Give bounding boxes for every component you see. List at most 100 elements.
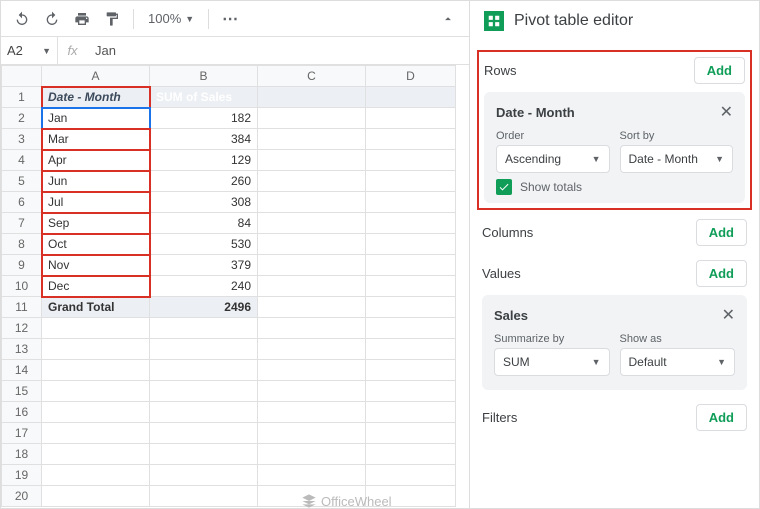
cell[interactable]: Jun (42, 171, 150, 192)
cell[interactable] (42, 381, 150, 402)
cell[interactable] (258, 87, 366, 108)
row-header[interactable]: 6 (2, 192, 42, 213)
cell[interactable] (150, 444, 258, 465)
cell[interactable]: Sep (42, 213, 150, 234)
cell[interactable]: SUM of Sales (150, 87, 258, 108)
row-header[interactable]: 18 (2, 444, 42, 465)
cell[interactable] (366, 360, 456, 381)
select-all-corner[interactable] (2, 66, 42, 87)
add-filters-button[interactable]: Add (696, 404, 747, 431)
cell[interactable] (258, 381, 366, 402)
cell[interactable] (42, 444, 150, 465)
row-header[interactable]: 15 (2, 381, 42, 402)
cell[interactable] (258, 150, 366, 171)
cell[interactable] (366, 171, 456, 192)
cell[interactable] (366, 234, 456, 255)
row-header[interactable]: 5 (2, 171, 42, 192)
cell[interactable]: Date - Month (42, 87, 150, 108)
collapse-panel-button[interactable] (435, 6, 461, 32)
order-dropdown[interactable]: Ascending ▼ (496, 145, 610, 173)
cell[interactable] (150, 423, 258, 444)
row-header[interactable]: 12 (2, 318, 42, 339)
row-header[interactable]: 9 (2, 255, 42, 276)
cell[interactable] (366, 423, 456, 444)
cell[interactable] (366, 465, 456, 486)
row-header[interactable]: 4 (2, 150, 42, 171)
cell[interactable] (258, 213, 366, 234)
cell[interactable] (366, 108, 456, 129)
zoom-dropdown[interactable]: 100% ▼ (142, 11, 200, 26)
close-icon[interactable]: ✕ (722, 305, 735, 325)
cell[interactable] (258, 402, 366, 423)
cell[interactable]: Mar (42, 129, 150, 150)
cell[interactable] (366, 381, 456, 402)
cell[interactable]: 129 (150, 150, 258, 171)
cell[interactable] (258, 339, 366, 360)
cell[interactable] (150, 360, 258, 381)
row-header[interactable]: 11 (2, 297, 42, 318)
cell[interactable]: Nov (42, 255, 150, 276)
cell[interactable]: Apr (42, 150, 150, 171)
cell[interactable]: Oct (42, 234, 150, 255)
cell[interactable] (42, 339, 150, 360)
cell[interactable]: 84 (150, 213, 258, 234)
cell[interactable] (258, 255, 366, 276)
cell[interactable] (258, 192, 366, 213)
cell[interactable] (366, 444, 456, 465)
cell[interactable]: 530 (150, 234, 258, 255)
cell[interactable]: Dec (42, 276, 150, 297)
row-header[interactable]: 3 (2, 129, 42, 150)
cell[interactable]: 260 (150, 171, 258, 192)
print-button[interactable] (69, 6, 95, 32)
cell[interactable] (150, 402, 258, 423)
name-box[interactable]: A2 ▼ (1, 43, 57, 58)
cell[interactable] (258, 297, 366, 318)
cell[interactable] (42, 402, 150, 423)
close-icon[interactable]: ✕ (720, 102, 733, 122)
col-header[interactable]: C (258, 66, 366, 87)
cell[interactable] (258, 423, 366, 444)
cell[interactable] (258, 444, 366, 465)
add-values-button[interactable]: Add (696, 260, 747, 287)
cell[interactable] (366, 255, 456, 276)
cell-selected[interactable]: Jan (42, 108, 150, 129)
row-header[interactable]: 8 (2, 234, 42, 255)
row-header[interactable]: 7 (2, 213, 42, 234)
paint-format-button[interactable] (99, 6, 125, 32)
cell[interactable] (150, 465, 258, 486)
row-header[interactable]: 19 (2, 465, 42, 486)
more-button[interactable]: ⋯ (217, 6, 243, 32)
cell[interactable] (42, 318, 150, 339)
showas-dropdown[interactable]: Default ▼ (620, 348, 736, 376)
cell[interactable]: Grand Total (42, 297, 150, 318)
cell[interactable] (150, 339, 258, 360)
show-totals-checkbox[interactable] (496, 179, 512, 195)
cell[interactable]: 384 (150, 129, 258, 150)
row-header[interactable]: 10 (2, 276, 42, 297)
col-header[interactable]: B (150, 66, 258, 87)
row-header[interactable]: 13 (2, 339, 42, 360)
formula-input[interactable]: Jan (87, 43, 469, 58)
cell[interactable] (258, 486, 366, 507)
cell[interactable]: 240 (150, 276, 258, 297)
cell[interactable] (150, 486, 258, 507)
cell[interactable] (366, 297, 456, 318)
undo-button[interactable] (9, 6, 35, 32)
add-rows-button[interactable]: Add (694, 57, 745, 84)
cell[interactable] (258, 276, 366, 297)
cell[interactable] (366, 129, 456, 150)
cell[interactable]: Jul (42, 192, 150, 213)
col-header[interactable]: A (42, 66, 150, 87)
cell[interactable] (258, 171, 366, 192)
cell[interactable]: 182 (150, 108, 258, 129)
cell[interactable] (366, 192, 456, 213)
cell[interactable] (366, 486, 456, 507)
cell[interactable] (258, 108, 366, 129)
cell[interactable]: 2496 (150, 297, 258, 318)
sortby-dropdown[interactable]: Date - Month ▼ (620, 145, 734, 173)
cell[interactable] (366, 276, 456, 297)
row-header[interactable]: 16 (2, 402, 42, 423)
row-header[interactable]: 17 (2, 423, 42, 444)
cell[interactable]: 379 (150, 255, 258, 276)
row-header[interactable]: 2 (2, 108, 42, 129)
